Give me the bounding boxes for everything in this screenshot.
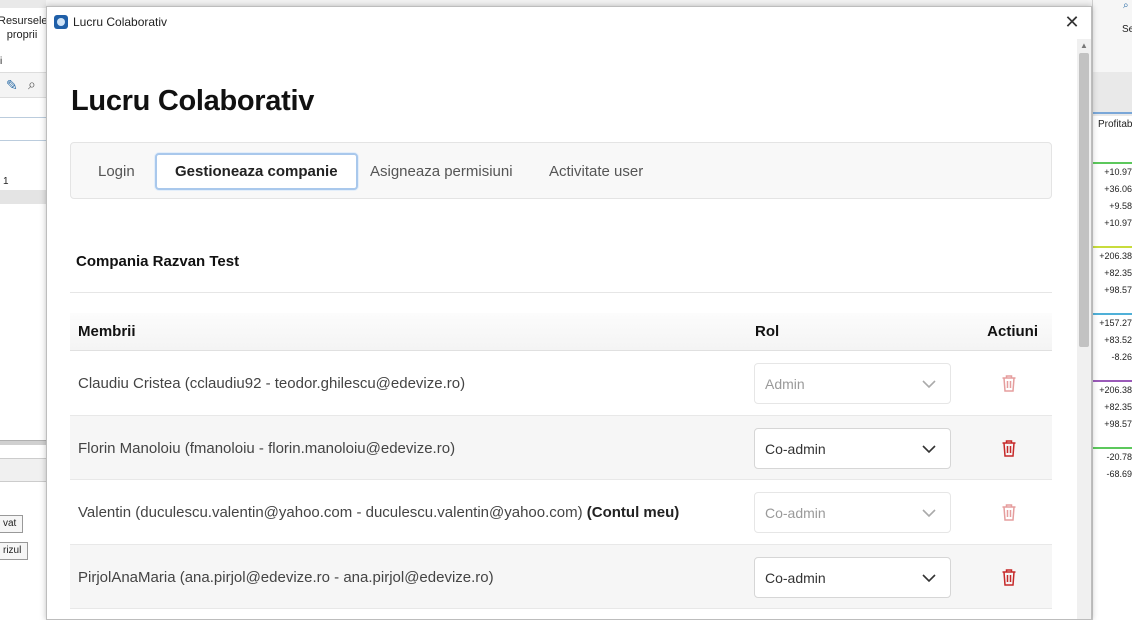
chevron-down-icon	[922, 444, 936, 453]
tab-login[interactable]: Login	[80, 153, 153, 190]
table-header: Membrii Rol Actiuni	[70, 313, 1052, 351]
trash-icon	[1002, 375, 1016, 392]
role-select: Admin	[754, 363, 951, 404]
background-button-2[interactable]: rizul	[0, 542, 29, 560]
chevron-down-icon	[922, 380, 936, 389]
chevron-down-icon	[922, 509, 936, 518]
background-button-1[interactable]: vat	[0, 515, 24, 533]
role-value: Co-admin	[765, 569, 826, 586]
trash-icon[interactable]	[1001, 439, 1017, 457]
profit-value: +98.57	[1104, 285, 1132, 295]
profit-value: +206.38	[1099, 385, 1132, 395]
member-name: PirjolAnaMaria (ana.pirjol@edevize.ro - …	[78, 569, 494, 586]
background-panel-bar	[0, 458, 46, 482]
profit-value: +98.57	[1104, 419, 1132, 429]
ribbon-label[interactable]: Se	[1122, 24, 1132, 35]
resources-label-line2: proprii	[6, 29, 38, 41]
vertical-scrollbar[interactable]: ▲	[1077, 39, 1091, 619]
member-identity: Claudiu Cristea (cclaudiu92 - teodor.ghi…	[78, 375, 466, 392]
member-name: Florin Manoloiu (fmanoloiu - florin.mano…	[78, 440, 455, 457]
background-top-strip	[0, 0, 46, 8]
table-row: Claudiu Cristea (cclaudiu92 - teodor.ghi…	[70, 351, 1052, 416]
window-content: Lucru Colaborativ Login Gestioneaza comp…	[47, 7, 1077, 619]
group-separator-line	[1093, 162, 1132, 164]
pencil-icon[interactable]: ✎	[6, 77, 18, 94]
background-ribbon: ⌕ Se	[1093, 0, 1132, 72]
profit-value: +82.35	[1104, 268, 1132, 278]
member-identity: Valentin (duculescu.valentin@yahoo.com -…	[78, 504, 583, 521]
magnifier-icon[interactable]: ⌕	[28, 76, 36, 93]
scrollbar-thumb[interactable]	[1079, 53, 1089, 347]
member-name: Claudiu Cristea (cclaudiu92 - teodor.ghi…	[78, 375, 465, 392]
group-separator-line	[1093, 380, 1132, 382]
member-identity: PirjolAnaMaria (ana.pirjol@edevize.ro - …	[78, 568, 494, 586]
background-header-line	[1093, 112, 1132, 114]
profit-value: +10.97	[1104, 167, 1132, 177]
group-separator-line	[1093, 313, 1132, 315]
tab-manage-company[interactable]: Gestioneaza companie	[155, 153, 358, 190]
profit-value: -8.26	[1111, 352, 1132, 362]
chevron-down-icon	[922, 573, 936, 582]
background-header-band	[1093, 72, 1132, 116]
background-app-left: Resursele proprii i ✎ ⌕ 1 vat rizul	[0, 0, 46, 620]
profit-value: +206.38	[1099, 251, 1132, 261]
collab-window: Lucru Colaborativ ✕ Lucru Colaborativ Lo…	[46, 6, 1092, 620]
background-toolbar: ✎ ⌕	[0, 72, 46, 98]
page-title: Lucru Colaborativ	[71, 85, 315, 117]
row-number: 1	[3, 176, 9, 187]
table-row: Florin Manoloiu (fmanoloiu - florin.mano…	[70, 415, 1052, 480]
column-header-actions: Actiuni	[987, 323, 1038, 340]
group-separator-line	[1093, 246, 1132, 248]
scroll-up-icon[interactable]: ▲	[1080, 41, 1088, 50]
table-row: Valentin (duculescu.valentin@yahoo.com -…	[70, 480, 1052, 545]
tab-assign-permissions[interactable]: Asigneaza permisiuni	[352, 153, 531, 190]
column-header-role: Rol	[755, 323, 780, 340]
role-value: Co-admin	[765, 505, 826, 521]
my-account-tag: (Contul meu)	[586, 504, 680, 521]
profit-column-header[interactable]: Profitab	[1098, 119, 1132, 130]
company-title: Compania Razvan Test	[76, 253, 240, 270]
profit-value: +157.27	[1099, 318, 1132, 328]
table-row: PirjolAnaMaria (ana.pirjol@edevize.ro - …	[70, 544, 1052, 609]
resources-label[interactable]: Resursele proprii	[0, 14, 46, 42]
profit-value: -20.78	[1106, 452, 1132, 462]
background-selected-row[interactable]	[0, 190, 46, 204]
role-select[interactable]: Co-admin	[754, 556, 951, 598]
background-app-right: ⌕ Se Profitab +10.97 +36.06 +9.58 +10.97 +20…	[1092, 0, 1132, 620]
profit-value: +10.97	[1104, 218, 1132, 228]
tab-user-activity[interactable]: Activitate user	[531, 153, 661, 190]
group-separator-line	[1093, 447, 1132, 449]
profit-value: +9.58	[1109, 201, 1132, 211]
profit-value: +83.52	[1104, 335, 1132, 345]
trash-icon[interactable]	[1001, 568, 1017, 586]
role-value: Co-admin	[765, 440, 826, 457]
column-header-members: Membrii	[78, 323, 136, 340]
section-divider	[70, 292, 1052, 293]
members-table: Membrii Rol Actiuni Claudiu Cristea (ccl…	[70, 313, 1052, 609]
role-select[interactable]: Co-admin	[754, 427, 951, 469]
profit-value: +36.06	[1104, 184, 1132, 194]
fragment-text: i	[0, 56, 3, 67]
profit-value: -68.69	[1106, 469, 1132, 479]
background-splitter[interactable]	[0, 440, 46, 445]
member-identity: Florin Manoloiu (fmanoloiu - florin.mano…	[78, 439, 456, 457]
member-name: Valentin (duculescu.valentin@yahoo.com -…	[78, 504, 679, 521]
background-field[interactable]	[0, 117, 46, 141]
role-value: Admin	[765, 376, 805, 392]
trash-icon	[1002, 504, 1016, 521]
tab-bar: Login Gestioneaza companie Asigneaza per…	[70, 142, 1052, 199]
profit-value: +82.35	[1104, 402, 1132, 412]
role-select: Co-admin	[754, 492, 951, 533]
resources-label-line1: Resursele	[0, 15, 46, 27]
search-icon[interactable]: ⌕	[1123, 0, 1129, 11]
